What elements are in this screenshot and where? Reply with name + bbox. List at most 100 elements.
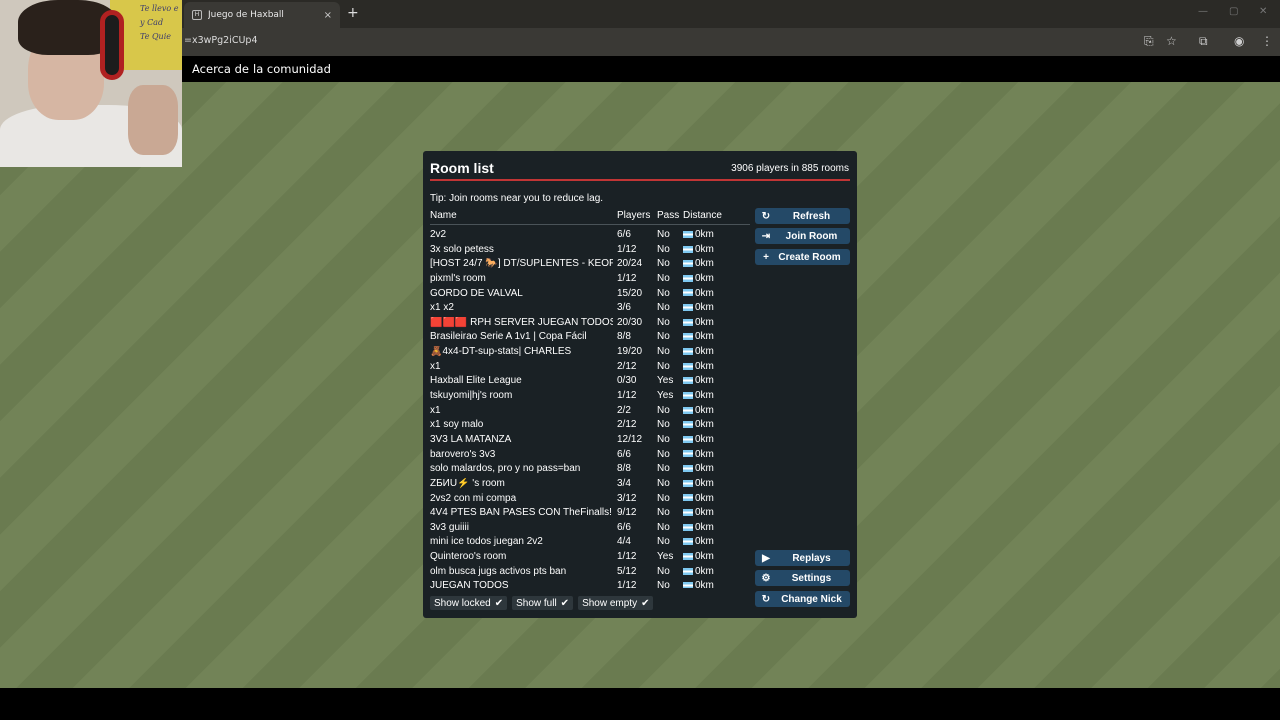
room-distance: 0km [683,405,714,416]
room-row[interactable]: GORDO DE VALVAL 15/20 No 0km [430,287,752,302]
room-name: solo malardos, pro y no pass=ban [430,463,581,475]
country-flag-icon [683,435,693,443]
room-row[interactable]: Quinteroo's room 1/12 Yes 0km [430,550,752,565]
extensions-icon[interactable]: ⧉ [1199,34,1208,49]
room-name: tskuyomi|hj's room [430,390,513,402]
room-distance: 0km [683,551,714,562]
room-distance: 0km [683,375,714,386]
close-tab-icon[interactable]: × [324,10,332,21]
profile-icon[interactable]: ◉ [1234,34,1244,48]
room-row[interactable]: pixml's room 1/12 No 0km [430,272,752,287]
country-flag-icon [683,362,693,370]
create-room-button[interactable]: + Create Room [755,249,850,265]
room-row[interactable]: 🟥🟥🟥 RPH SERVER JUEGAN TODOS 🟥 20/30 No 0km [430,316,752,331]
room-row[interactable]: ZБИU⚡ 's room 3/4 No 0km [430,477,752,492]
room-pass: No [657,507,670,519]
nav-about-link[interactable]: Acerca de [192,62,249,76]
room-distance: 0km [683,449,714,460]
room-pass: No [657,477,670,489]
room-distance: 0km [683,478,714,489]
menu-kebab-icon[interactable]: ⋮ [1261,34,1273,48]
bookmark-star-icon[interactable]: ☆ [1166,34,1177,48]
room-distance: 0km [683,229,714,240]
url-field[interactable]: =x3wPg2iCUp4 [184,35,258,46]
nav-community-link[interactable]: la comunidad [253,62,331,76]
country-flag-icon [683,552,693,560]
translate-icon[interactable]: ⎘ [1144,34,1154,49]
room-distance: 0km [683,522,714,533]
join-room-button[interactable]: ⇥ Join Room [755,228,850,244]
room-row[interactable]: Brasileirao Serie A 1v1 | Copa Fácil 8/8 N… [430,330,752,345]
room-row[interactable]: JUEGAN TODOS 1/12 No 0km [430,579,752,588]
room-row[interactable]: x1 x2 3/6 No 0km [430,301,752,316]
room-pass: No [657,360,670,372]
room-row[interactable]: 2v2 6/6 No 0km [430,228,752,243]
room-row[interactable]: 3v3 guiiii 6/6 No 0km [430,521,752,536]
room-pass: No [657,316,670,328]
room-row[interactable]: 3x solo petess 1/12 No 0km [430,243,752,258]
room-pass: No [657,565,670,577]
country-flag-icon [683,333,693,341]
room-players: 1/12 [617,272,637,284]
player-room-count: 3906 players in 885 rooms [731,163,849,174]
room-row[interactable]: Haxball Elite League 0/30 Yes 0km [430,374,752,389]
column-header-name[interactable]: Name [430,210,457,224]
room-table[interactable]: 2v2 6/6 No 0km 3x solo petess 1/12 No 0km [HOST … [430,228,752,588]
show-locked-toggle[interactable]: Show locked ✔ [430,596,508,610]
room-players: 5/12 [617,565,637,577]
column-header-distance[interactable]: Distance [683,210,722,224]
room-distance: 0km [683,361,714,372]
room-players: 1/12 [617,580,637,588]
room-row[interactable]: 3V3 LA MATANZA 12/12 No 0km [430,433,752,448]
room-pass: No [657,419,670,431]
room-name: 4V4 PTES BAN PASES CON TheFinalls! [430,507,612,519]
room-row[interactable]: tskuyomi|hj's room 1/12 Yes 0km [430,389,752,404]
room-row[interactable]: mini ice todos juegan 2v2 4/4 No 0km [430,535,752,550]
room-distance: 0km [683,244,714,255]
settings-button[interactable]: ⚙ Settings [755,570,850,586]
haxball-favicon-icon: H [192,10,202,20]
room-row[interactable]: 4V4 PTES BAN PASES CON TheFinalls! 9/12 No… [430,506,752,521]
close-window-icon[interactable]: ✕ [1259,6,1267,17]
room-row[interactable]: 2vs2 con mi compa 3/12 No 0km [430,492,752,507]
room-name: Quinteroo's room [430,551,507,563]
room-list-dialog: Room list 3906 players in 885 rooms Tip:… [423,151,857,618]
browser-tab[interactable]: H Juego de Haxball × [184,2,340,28]
room-row[interactable]: 🧸4x4-DT-sup-stats| CHARLES 19/20 No 0km [430,345,752,360]
browser-tabstrip: H Juego de Haxball × + — ▢ ✕ [0,0,1280,28]
column-header-pass[interactable]: Pass [657,210,679,224]
minimize-icon[interactable]: — [1198,6,1208,17]
room-name: x1 x2 [430,302,454,314]
show-empty-toggle[interactable]: Show empty ✔ [578,596,654,610]
room-players: 2/2 [617,404,631,416]
change-nick-button[interactable]: ↻ Change Nick [755,591,850,607]
room-distance: 0km [683,317,714,328]
sign-in-icon: ⇥ [761,230,771,242]
country-flag-icon [683,450,693,458]
room-pass: No [657,346,670,358]
site-nav: Acerca de la comunidad [0,56,1280,82]
show-full-toggle[interactable]: Show full ✔ [512,596,574,610]
room-players: 8/8 [617,331,631,343]
new-tab-button[interactable]: + [347,5,359,21]
room-distance: 0km [683,288,714,299]
room-row[interactable]: olm busca jugs activos pts ban 5/12 No 0km [430,565,752,580]
room-row[interactable]: solo malardos, pro y no pass=ban 8/8 No 0km [430,462,752,477]
refresh-icon: ↻ [761,593,771,605]
room-row[interactable]: x1 soy malo 2/12 No 0km [430,418,752,433]
room-distance: 0km [683,507,714,518]
refresh-button[interactable]: ↻ Refresh [755,208,850,224]
replays-button[interactable]: ▶ Replays [755,550,850,566]
room-row[interactable]: x1 2/12 No 0km [430,360,752,375]
gear-icon: ⚙ [761,572,771,584]
country-flag-icon [683,465,693,473]
room-row[interactable]: [HOST 24/7 🐎] DT/SUPLENTES - KEOPS ⭐ 20/2… [430,257,752,272]
maximize-icon[interactable]: ▢ [1229,6,1238,17]
room-row[interactable]: x1 2/2 No 0km [430,404,752,419]
room-row[interactable]: barovero's 3v3 6/6 No 0km [430,448,752,463]
column-header-players[interactable]: Players [617,210,650,224]
country-flag-icon [683,347,693,355]
room-pass: No [657,302,670,314]
room-name: x1 soy malo [430,419,484,431]
room-distance: 0km [683,566,714,577]
